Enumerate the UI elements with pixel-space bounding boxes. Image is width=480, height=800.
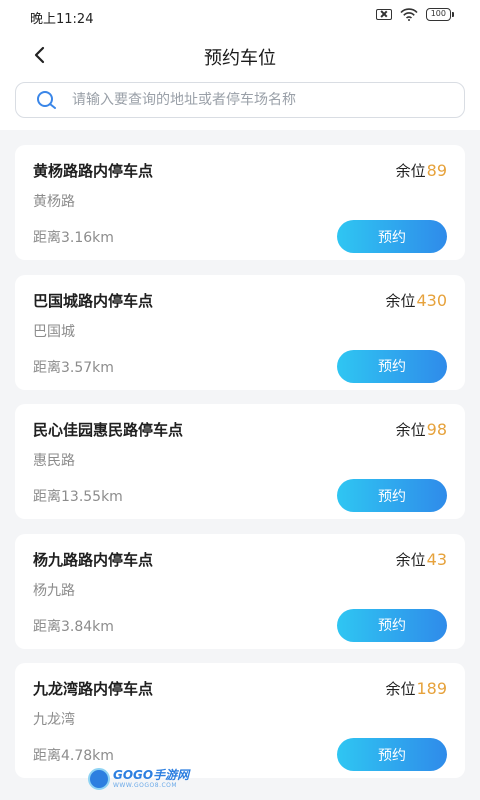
reserve-button[interactable]: 预约	[337, 349, 447, 383]
page-title: 预约车位	[204, 48, 276, 69]
remaining-count: 189	[416, 679, 447, 698]
remaining-label: 余位	[385, 680, 416, 698]
search-box[interactable]	[15, 82, 465, 118]
parking-distance: 距离3.16km	[33, 230, 114, 246]
remaining-label: 余位	[395, 550, 426, 569]
parking-name: 民心佳园惠民路停车点	[33, 421, 184, 439]
parking-name: 杨九路路内停车点	[33, 550, 154, 569]
remaining-spots: 余位 89	[396, 160, 447, 181]
parking-street: 巴国城	[33, 323, 75, 340]
status-time: 晚上11:24	[30, 12, 94, 27]
watermark: GOGO手游网 WWW.GOGO8.COM	[88, 768, 189, 790]
header: 预约车位	[0, 30, 480, 80]
parking-street: 杨九路	[33, 582, 75, 599]
remaining-spots: 余位 430	[385, 290, 447, 311]
parking-card[interactable]: 巴国城路内停车点 巴国城 距离3.57km 余位 430 预约	[15, 274, 465, 390]
remaining-label: 余位	[395, 421, 426, 439]
remaining-count: 98	[426, 420, 447, 439]
reserve-button[interactable]: 预约	[337, 220, 447, 253]
remaining-label: 余位	[395, 162, 426, 180]
remaining-spots: 余位 98	[396, 419, 447, 440]
parking-street: 惠民路	[33, 453, 75, 469]
watermark-logo-icon	[88, 768, 110, 790]
search-input[interactable]	[72, 83, 464, 117]
remaining-count: 89	[426, 161, 447, 180]
remaining-count: 430	[416, 290, 447, 310]
reserve-button[interactable]: 预约	[337, 479, 447, 512]
parking-street: 九龙湾	[33, 712, 75, 728]
watermark-text: GOGO手游网	[113, 768, 190, 782]
status-icons: 100	[375, 8, 454, 21]
reserve-button[interactable]: 预约	[337, 738, 447, 771]
parking-list: 黄杨路路内停车点 黄杨路 距离3.16km 余位 89 预约 巴国城路内停车点 巴…	[15, 145, 465, 793]
parking-distance: 距离3.84km	[33, 618, 114, 635]
battery-level: 100	[425, 8, 451, 21]
search-icon	[26, 82, 66, 118]
parking-card[interactable]: 九龙湾路内停车点 九龙湾 距离4.78km 余位 189 预约	[15, 663, 465, 778]
parking-distance: 距离3.57km	[33, 359, 114, 376]
wifi-icon	[400, 8, 418, 21]
battery-icon: 100	[425, 8, 454, 21]
remaining-count: 43	[426, 549, 447, 569]
remaining-label: 余位	[385, 291, 416, 310]
parking-name: 巴国城路内停车点	[33, 291, 154, 310]
remaining-spots: 余位 43	[396, 549, 447, 570]
parking-distance: 距离13.55km	[33, 489, 123, 505]
parking-distance: 距离4.78km	[33, 748, 114, 764]
parking-name: 九龙湾路内停车点	[33, 680, 154, 698]
parking-street: 黄杨路	[33, 194, 75, 210]
reserve-button[interactable]: 预约	[337, 608, 447, 642]
no-sim-icon	[375, 9, 392, 20]
parking-name: 黄杨路路内停车点	[33, 162, 154, 180]
watermark-url: WWW.GOGO8.COM	[113, 782, 178, 789]
status-bar: 晚上11:24 100	[0, 0, 480, 30]
parking-card[interactable]: 民心佳园惠民路停车点 惠民路 距离13.55km 余位 98 预约	[15, 404, 465, 519]
parking-card[interactable]: 杨九路路内停车点 杨九路 距离3.84km 余位 43 预约	[15, 533, 465, 649]
search-bar	[0, 80, 480, 130]
remaining-spots: 余位 189	[385, 678, 447, 699]
parking-card[interactable]: 黄杨路路内停车点 黄杨路 距离3.16km 余位 89 预约	[15, 145, 465, 260]
